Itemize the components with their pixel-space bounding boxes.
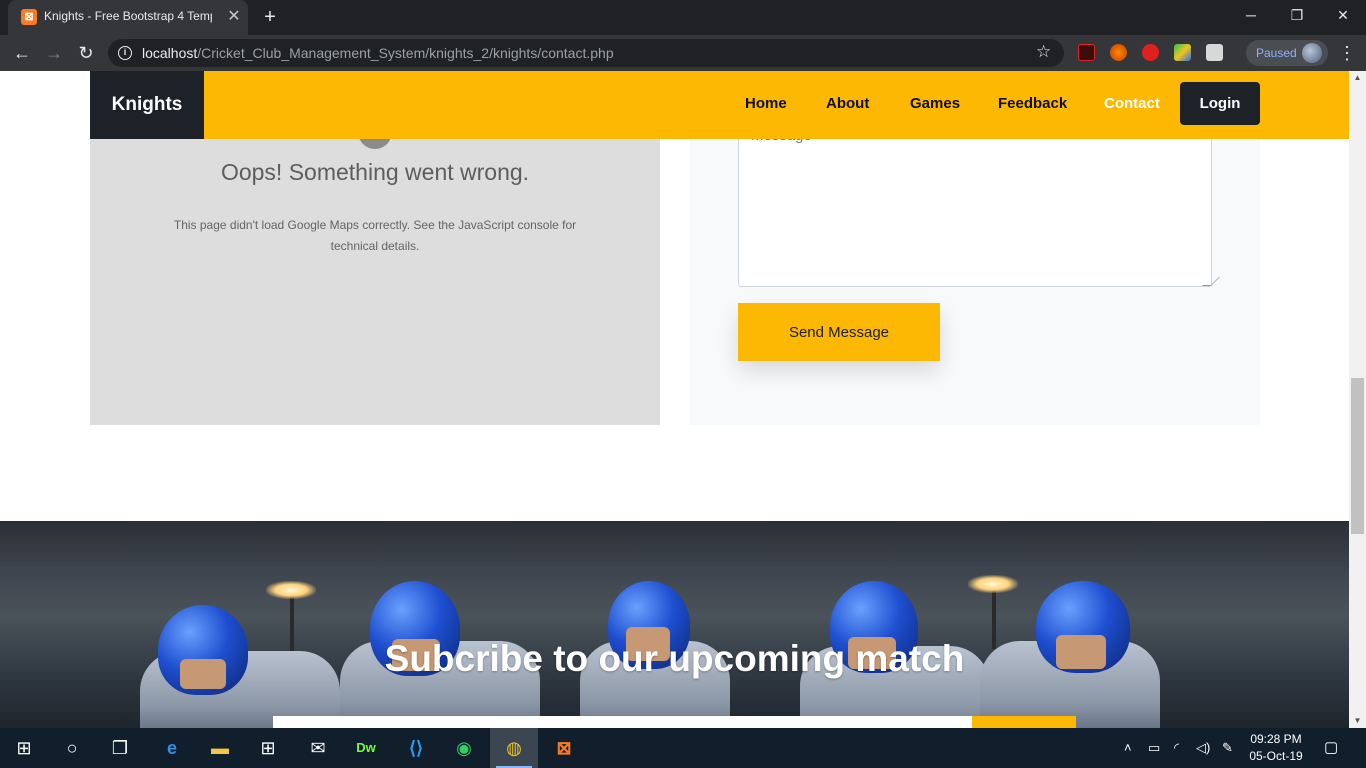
tray-chevron-icon[interactable]: ˄ <box>1124 728 1138 768</box>
scroll-up-arrow-icon[interactable]: ▲ <box>1349 71 1366 85</box>
address-bar[interactable]: i localhost/Cricket_Club_Management_Syst… <box>108 39 1064 67</box>
nav-about[interactable]: About <box>826 95 869 112</box>
close-tab-icon[interactable]: ✕ <box>226 8 242 26</box>
browser-tab-strip: ⊠ Knights - Free Bootstrap 4 Templ ✕ + ─… <box>0 0 1366 35</box>
wifi-icon[interactable]: ◜ <box>1174 728 1192 768</box>
restore-button[interactable]: ❐ <box>1274 0 1320 30</box>
chrome-menu-icon[interactable]: ⋮ <box>1338 41 1356 65</box>
browser-tab[interactable]: ⊠ Knights - Free Bootstrap 4 Templ ✕ <box>8 0 248 35</box>
notifications-icon[interactable]: ▢ <box>1324 728 1342 768</box>
clock-date: 05-Oct-19 <box>1249 749 1303 763</box>
vscode-icon[interactable]: ⟨⟩ <box>392 728 440 768</box>
login-button[interactable]: Login <box>1180 82 1260 125</box>
nav-home[interactable]: Home <box>745 95 787 112</box>
fire-extension-icon[interactable] <box>1110 44 1127 61</box>
send-message-button[interactable]: Send Message <box>738 303 940 361</box>
file-explorer-icon[interactable]: ▬ <box>196 728 244 768</box>
drive-extension-icon[interactable] <box>1174 44 1191 61</box>
taskbar-clock[interactable]: 09:28 PM 05-Oct-19 <box>1240 731 1312 765</box>
subscribe-button[interactable] <box>972 716 1076 728</box>
forward-arrow-icon[interactable]: → <box>40 39 68 67</box>
clock-time: 09:28 PM <box>1250 732 1302 746</box>
scrollbar-thumb[interactable] <box>1351 378 1364 534</box>
stadium-light <box>968 575 1018 593</box>
pen-icon[interactable]: ✎ <box>1222 728 1240 768</box>
info-icon[interactable]: i <box>118 46 132 60</box>
browser-toolbar: ← → ↻ i localhost/Cricket_Club_Managemen… <box>0 35 1366 71</box>
subscribe-email-input[interactable] <box>273 716 973 728</box>
subscribe-hero: Subcribe to our upcoming match <box>0 521 1349 728</box>
document-extension-icon[interactable] <box>1206 44 1223 61</box>
bookmark-star-icon[interactable]: ☆ <box>1036 42 1051 62</box>
windows-taskbar: ⊞ ○ ❐ e ▬ ⊞ ✉ Dw ⟨⟩ ◉ ◍ ⊠ ˄ ▭ ◜ ◁) ✎ 09:… <box>0 728 1366 768</box>
tab-title: Knights - Free Bootstrap 4 Templ <box>44 9 212 23</box>
url-text[interactable]: localhost/Cricket_Club_Management_System… <box>142 45 614 61</box>
subscribe-title: Subcribe to our upcoming match <box>384 638 965 679</box>
chrome-taskbar-icon[interactable]: ◍ <box>490 728 538 768</box>
store-icon[interactable]: ⊞ <box>244 728 292 768</box>
page-scrollbar[interactable]: ▲ ▼ <box>1349 71 1366 728</box>
cortana-search-icon[interactable]: ○ <box>48 728 96 768</box>
avatar <box>1302 43 1322 63</box>
xampp-taskbar-icon[interactable]: ⊠ <box>540 728 588 768</box>
new-tab-button[interactable]: + <box>258 5 282 29</box>
pdf-extension-icon[interactable] <box>1078 44 1095 61</box>
adblock-extension-icon[interactable] <box>1142 44 1159 61</box>
stadium-light <box>266 581 316 599</box>
task-view-icon[interactable]: ❐ <box>96 728 144 768</box>
map-error-message: This page didn't load Google Maps correc… <box>173 218 577 253</box>
scroll-down-arrow-icon[interactable]: ▼ <box>1349 714 1366 728</box>
page-viewport: Oops! Something went wrong. This page di… <box>0 71 1349 728</box>
message-textarea[interactable] <box>738 121 1212 287</box>
minimize-button[interactable]: ─ <box>1228 0 1274 30</box>
dreamweaver-icon[interactable]: Dw <box>342 728 390 768</box>
close-window-button[interactable]: ✕ <box>1320 0 1366 30</box>
map-error-title: Oops! Something went wrong. <box>220 159 530 185</box>
mail-icon[interactable]: ✉ <box>294 728 342 768</box>
profile-status: Paused <box>1256 46 1297 60</box>
volume-icon[interactable]: ◁) <box>1196 728 1214 768</box>
whatsapp-icon[interactable]: ◉ <box>440 728 488 768</box>
battery-icon[interactable]: ▭ <box>1148 728 1166 768</box>
profile-button[interactable]: Paused <box>1246 40 1328 66</box>
reload-icon[interactable]: ↻ <box>72 39 100 67</box>
xampp-icon: ⊠ <box>21 9 37 25</box>
nav-contact[interactable]: Contact <box>1104 95 1160 112</box>
nav-games[interactable]: Games <box>910 95 960 112</box>
back-arrow-icon[interactable]: ← <box>8 39 36 67</box>
nav-feedback[interactable]: Feedback <box>998 95 1067 112</box>
windows-start-icon[interactable]: ⊞ <box>0 728 48 768</box>
site-brand[interactable]: Knights <box>90 71 204 139</box>
site-navbar: Knights Home About Games Feedback Contac… <box>0 71 1349 139</box>
edge-icon[interactable]: e <box>148 728 196 768</box>
